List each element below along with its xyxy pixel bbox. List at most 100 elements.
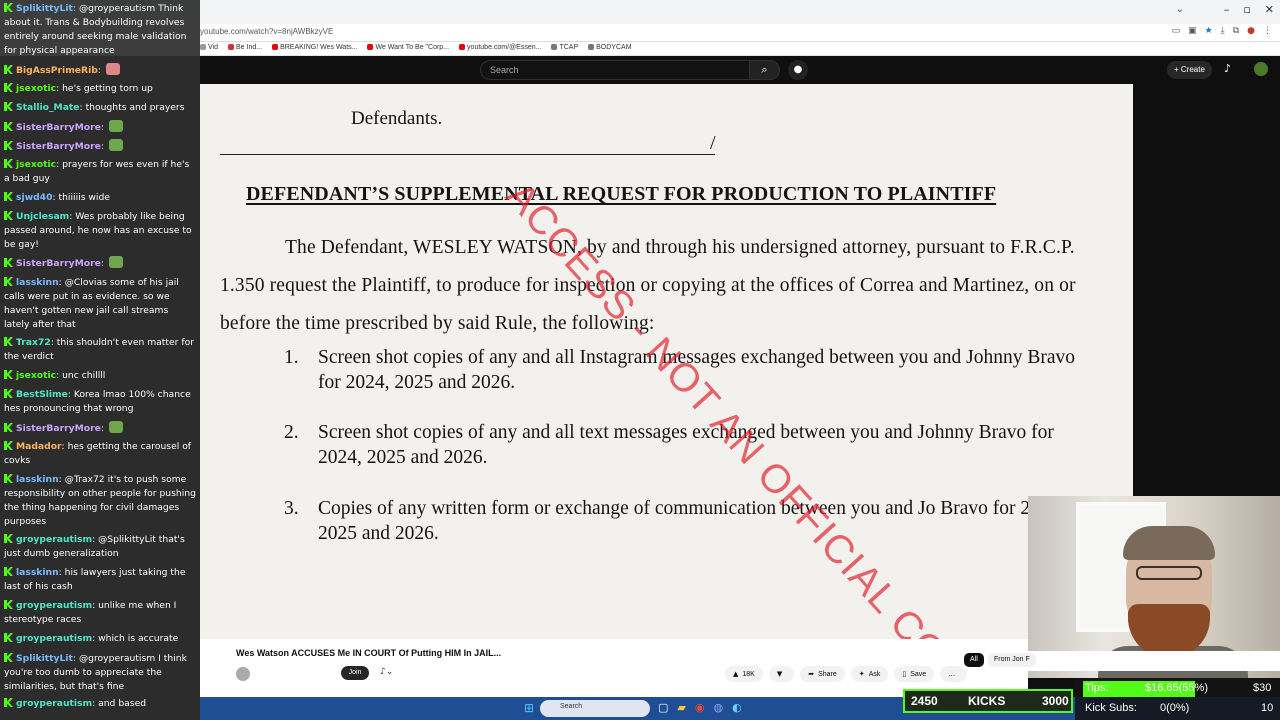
avatar[interactable] [1254, 62, 1268, 76]
kick-badge-icon [4, 83, 13, 92]
video-title[interactable]: Wes Watson ACCUSES Me IN COURT Of Puttin… [236, 648, 501, 658]
menu-icon[interactable]: ⋮ [1263, 26, 1272, 36]
bookmark-item[interactable]: youtube.com/@Essen... [459, 44, 541, 51]
chat-text: which is accurate [98, 633, 179, 644]
chat-username[interactable]: Trax72 [16, 337, 51, 348]
chat-username[interactable]: groyperautism [16, 534, 92, 545]
ask-button[interactable]: ✦ Ask [850, 666, 889, 682]
kick-badge-icon [4, 633, 13, 642]
share-button[interactable]: ➦ Share [800, 666, 845, 682]
dislike-button[interactable]: ▼ [768, 666, 795, 682]
extension-icon[interactable]: ⧉ [1233, 26, 1239, 36]
bookmark-item[interactable]: Be Ind... [228, 44, 262, 51]
chat-username[interactable]: groyperautism [16, 633, 92, 644]
chat-message: groyperautism: which is accurate [4, 632, 196, 646]
chat-username[interactable]: SisterBarryMore [16, 423, 101, 434]
maximize-icon[interactable]: ▫ [1243, 3, 1250, 16]
screen: ⌄ – ▫ ✕ youtube.com/watch?v=8njAWBkzyVE … [0, 0, 1280, 720]
more-actions-button[interactable]: … [940, 666, 968, 682]
chat-username[interactable]: lasskinn [16, 474, 59, 485]
task-view-icon[interactable]: ▢ [658, 701, 668, 714]
court-document: Defendants. / DEFENDANT’S SUPPLEMENTAL R… [200, 84, 1133, 639]
chat-message: Stallio_Mate: thoughts and prayers [4, 101, 196, 115]
kick-badge-icon [4, 192, 13, 201]
chat-username[interactable]: sjwd40 [16, 192, 52, 203]
chat-message: jsexotic: unc chillll [4, 369, 196, 383]
bookmark-star-icon[interactable]: ★ [1205, 26, 1213, 36]
bookmark-item[interactable]: Vid [200, 44, 218, 51]
chat-username[interactable]: BestSlime [16, 389, 68, 400]
discord-icon[interactable]: ◍ [713, 701, 723, 714]
extension-red-icon[interactable]: ● [1247, 26, 1255, 36]
chat-message: groyperautism: @SplikittyLit that's just… [4, 534, 185, 559]
chip-from-channel[interactable]: From Jon F [988, 653, 1036, 667]
join-button[interactable]: Join [341, 666, 369, 680]
kick-badge-icon [4, 102, 13, 111]
chat-username[interactable]: jsexotic [16, 370, 56, 381]
kick-badge-icon [4, 698, 13, 707]
chat-username[interactable]: jsexotic [16, 159, 56, 170]
chip-all[interactable]: All [964, 653, 984, 667]
chat-text: unc chillll [62, 370, 106, 381]
video-side-area [1133, 84, 1280, 496]
kick-badge-icon [4, 3, 13, 12]
create-button[interactable]: + Create [1167, 61, 1212, 79]
like-button[interactable]: ▲ 18K [725, 666, 763, 682]
chat-message: SisterBarryMore: [4, 421, 196, 436]
signature-line [220, 154, 715, 155]
kick-badge-icon [4, 141, 13, 150]
taskbar-search[interactable]: Search [540, 700, 650, 717]
download-icon[interactable]: ⤓ [1221, 26, 1225, 36]
search-icon[interactable]: ⌕ [750, 60, 780, 80]
chat-message: Madador: hes getting the carousel of cov… [4, 441, 192, 466]
chat-username[interactable]: SisterBarryMore [16, 141, 101, 152]
chrome-icon[interactable]: ◉ [695, 701, 705, 714]
chat-username[interactable]: Madador [16, 441, 62, 452]
more-icon: … [948, 670, 956, 678]
chat-overlay: SplikittyLit: @groyperautism Think about… [0, 0, 200, 720]
chat-username[interactable]: jsexotic [16, 83, 56, 94]
chat-text: thiiiiis wide [58, 192, 110, 203]
screenshot-icon[interactable]: ▣ [1188, 26, 1197, 36]
microphone-icon[interactable]: ● [788, 60, 808, 80]
bookmark-item[interactable]: We Want To Be "Corp... [367, 44, 449, 51]
url-text[interactable]: youtube.com/watch?v=8njAWBkzyVE [200, 27, 333, 36]
bookmark-item[interactable]: BREAKING! Wes Wats... [272, 44, 357, 51]
chat-message: jsexotic: he's getting torn up [4, 82, 196, 96]
chat-username[interactable]: lasskinn [16, 277, 59, 288]
chat-username[interactable]: Unjclesam [16, 211, 69, 222]
kick-badge-icon [4, 600, 13, 609]
tab-search-icon[interactable]: ⌄ [1176, 4, 1184, 15]
minimize-icon[interactable]: – [1224, 3, 1230, 16]
channel-avatar[interactable] [236, 667, 250, 681]
cast-icon[interactable]: ▭ [1172, 26, 1181, 36]
file-explorer-icon[interactable]: ▰ [677, 701, 685, 714]
sparkle-icon: ✦ [858, 670, 865, 678]
chat-text: thoughts and prayers [85, 102, 185, 113]
emote-icon [105, 63, 120, 75]
windows-start-icon[interactable]: ⊞ [524, 701, 534, 715]
chat-username[interactable]: Stallio_Mate [16, 102, 80, 113]
kick-badge-icon [4, 423, 13, 432]
close-icon[interactable]: ✕ [1265, 3, 1274, 16]
chat-username[interactable]: groyperautism [16, 698, 92, 709]
app-icon[interactable]: ◐ [732, 701, 742, 714]
chat-username[interactable]: SisterBarryMore [16, 258, 101, 269]
chat-username[interactable]: groyperautism [16, 600, 92, 611]
kick-badge-icon [4, 474, 13, 483]
save-button[interactable]: ▯ Save [894, 666, 935, 682]
chat-username[interactable]: lasskinn [16, 567, 59, 578]
chat-username[interactable]: BigAssPrimeRib [16, 65, 98, 76]
bookmark-icon: ▯ [902, 670, 907, 678]
video-player[interactable]: Defendants. / DEFENDANT’S SUPPLEMENTAL R… [200, 84, 1133, 639]
chat-username[interactable]: SisterBarryMore [16, 122, 101, 133]
kick-badge-icon [4, 258, 13, 267]
chat-username[interactable]: SplikittyLit [16, 3, 73, 14]
bookmark-folder[interactable]: BODYCAM [588, 44, 632, 51]
chat-message: SplikittyLit: @groyperautism I think you… [4, 653, 187, 692]
chat-username[interactable]: SplikittyLit [16, 653, 73, 664]
subscribe-bell-icon[interactable]: ♪⌄ [380, 667, 393, 677]
search-input[interactable]: Search [480, 60, 750, 80]
bookmark-folder[interactable]: TCAP [551, 44, 578, 51]
notifications-bell-icon[interactable]: ♪ [1224, 62, 1231, 75]
